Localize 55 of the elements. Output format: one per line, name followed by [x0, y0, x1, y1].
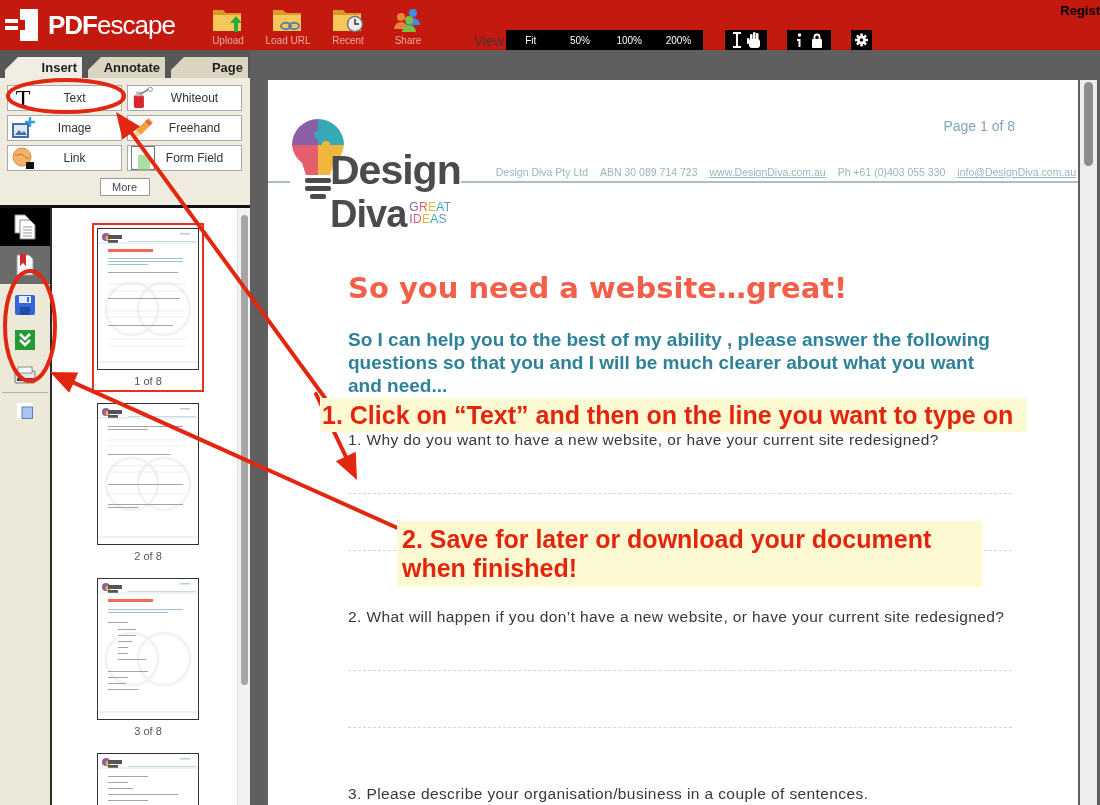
logo-text: Design	[330, 147, 461, 193]
lock-icon[interactable]	[810, 32, 823, 48]
page-number: Page 1 of 8	[943, 118, 1015, 134]
tool-button[interactable]: Link	[7, 145, 122, 171]
thumbnail-label: 3 of 8	[134, 725, 162, 738]
logo-text: Diva	[330, 193, 407, 236]
app-logo[interactable]: PDFescape	[48, 10, 175, 40]
zoom-option[interactable]: 200%	[653, 30, 704, 50]
zoom-option[interactable]: 100%	[604, 30, 654, 50]
logo-tagline: IDEAS	[409, 213, 448, 225]
thumbnail-item[interactable]: 3 of 8	[92, 573, 204, 742]
more-button[interactable]: More	[99, 178, 150, 196]
save-icon[interactable]	[15, 294, 35, 315]
instruction-tooltip: 1. Click on “Text” and then on the line you want to type on	[320, 398, 1027, 432]
thumbnail-label: 1 of 8	[134, 375, 162, 388]
bottle-brush-icon	[132, 87, 154, 109]
folder-clock-icon	[332, 7, 364, 33]
panel-tab[interactable]: Insert	[5, 57, 82, 78]
contact-text: Design Diva Pty Ltd	[495, 166, 588, 178]
info-icon[interactable]	[795, 33, 802, 47]
view-label: View	[474, 33, 505, 50]
tool-button[interactable]: Whiteout	[127, 85, 242, 111]
contact-text: ABN 30 089 714 723	[600, 166, 698, 178]
instruction-tooltip: 2. Save for later or download your document when finished!	[397, 521, 982, 587]
tool-button[interactable]: Image	[7, 115, 122, 141]
question-text: 3. Please describe your organisation/business in a couple of sentences.	[348, 784, 869, 804]
panel-tab[interactable]: Page	[171, 57, 248, 78]
tool-button[interactable]: Form Field	[127, 145, 242, 171]
logo-tagline: GREAT	[409, 201, 452, 213]
printer-icon[interactable]	[14, 365, 36, 384]
globe-icon	[12, 147, 34, 169]
thumbnail-label: 2 of 8	[134, 550, 162, 563]
question-text: 1. Why do you want to have a new website, or have your current site redesigned?	[348, 430, 939, 450]
text-cursor-icon[interactable]	[731, 32, 744, 48]
form-icon[interactable]	[17, 402, 33, 419]
panel-tab[interactable]: Annotate	[88, 57, 165, 78]
document-title: So you need a website…great!	[348, 271, 848, 305]
side-tab[interactable]	[0, 208, 50, 246]
folder-chain-icon	[272, 7, 304, 33]
contact-text: Ph +61 (0)403 055 330	[837, 166, 946, 178]
intro-paragraph: So I can help you to the best of my ability , please answer the following questions so that you and I will be much clearer about what you want and need...	[348, 328, 991, 397]
question-text: 2. What will happen if you don’t have a new website, or have your current site redesigned?	[348, 607, 1005, 627]
thumbnail-item[interactable]: 2 of 8	[92, 398, 204, 567]
pages-icon	[14, 214, 36, 240]
tool-button[interactable]: Freehand	[127, 115, 242, 141]
download-icon[interactable]	[15, 329, 35, 350]
hand-icon[interactable]	[747, 32, 762, 48]
scrollbar-thumb[interactable]	[1084, 82, 1093, 166]
zoom-option[interactable]: 50%	[555, 30, 605, 50]
logo-icon	[5, 9, 38, 41]
folder-arrow-icon	[212, 7, 244, 33]
zoom-option[interactable]: Fit	[506, 30, 556, 50]
picture-plus-icon	[11, 117, 35, 139]
scrollbar-thumb[interactable]	[241, 215, 248, 685]
thumbnail-item[interactable]: 1 of 8	[92, 223, 204, 392]
